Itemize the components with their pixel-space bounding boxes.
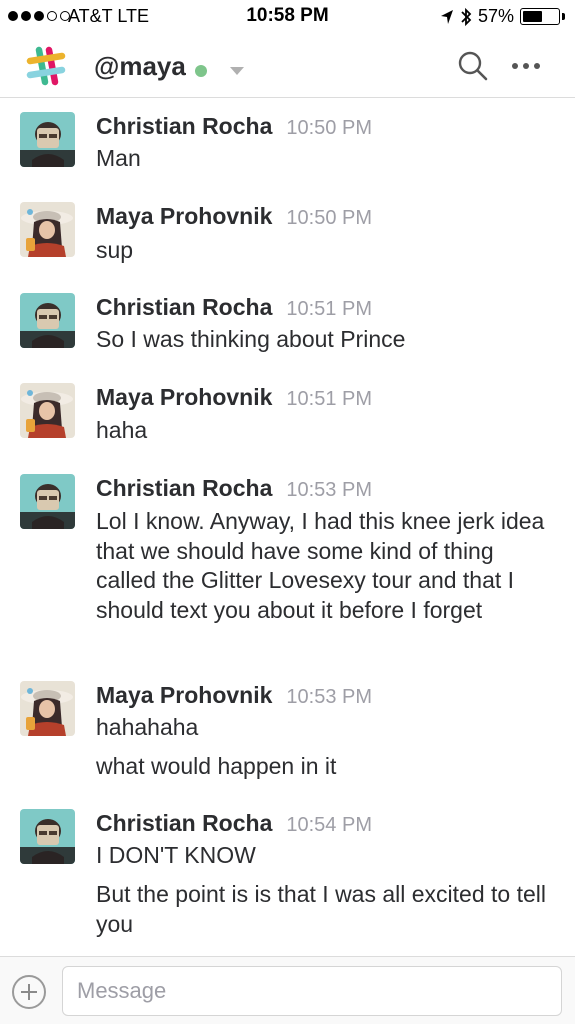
- presence-indicator: [195, 65, 207, 77]
- message-text: what would happen in it: [96, 753, 337, 779]
- avatar-maya[interactable]: [20, 681, 75, 736]
- message-timestamp: 10:53 PM: [286, 686, 372, 708]
- message-author[interactable]: Christian Rocha 10:53 PM: [96, 475, 372, 502]
- channel-header: @maya: [0, 34, 575, 98]
- search-icon[interactable]: [455, 48, 491, 84]
- message-timestamp: 10:50 PM: [286, 117, 372, 139]
- status-bar: AT&T LTE 10:58 PM 57%: [0, 0, 575, 34]
- message-author[interactable]: Christian Rocha 10:54 PM: [96, 810, 372, 837]
- more-icon[interactable]: [512, 54, 548, 78]
- message-input[interactable]: [62, 966, 562, 1016]
- message-text: Lol I know. Anyway, I had this knee jerk…: [96, 508, 545, 623]
- avatar-christian[interactable]: [20, 293, 75, 348]
- battery-percent: 57%: [477, 6, 514, 26]
- avatar-maya[interactable]: [20, 383, 75, 438]
- message-author[interactable]: Christian Rocha 10:50 PM: [96, 113, 372, 140]
- message-list[interactable]: Christian Rocha 10:50 PM Man Maya Prohovnik…: [0, 98, 575, 956]
- author-name[interactable]: Christian Rocha: [96, 113, 272, 139]
- battery-icon: [520, 8, 560, 25]
- message-timestamp: 10:50 PM: [286, 207, 372, 229]
- channel-title[interactable]: @maya: [94, 51, 186, 82]
- location-arrow-icon: [440, 9, 453, 24]
- message-author[interactable]: Maya Prohovnik 10:51 PM: [96, 384, 372, 411]
- author-name[interactable]: Maya Prohovnik: [96, 203, 272, 229]
- author-name[interactable]: Maya Prohovnik: [96, 682, 272, 708]
- slack-logo[interactable]: [24, 44, 68, 88]
- avatar-christian[interactable]: [20, 809, 75, 864]
- author-name[interactable]: Christian Rocha: [96, 475, 272, 501]
- bluetooth-icon: [461, 7, 472, 26]
- battery-level: [523, 11, 542, 22]
- author-name[interactable]: Christian Rocha: [96, 294, 272, 320]
- message-timestamp: 10:51 PM: [286, 388, 372, 410]
- message-text: I DON'T KNOW: [96, 842, 256, 868]
- message-text: Man: [96, 145, 141, 171]
- message-text: So I was thinking about Prince: [96, 326, 406, 352]
- message-text: haha: [96, 417, 148, 443]
- message-composer: [0, 956, 575, 1024]
- message-text: hahahaha: [96, 714, 199, 740]
- author-name[interactable]: Maya Prohovnik: [96, 384, 272, 410]
- message-author[interactable]: Maya Prohovnik 10:50 PM: [96, 203, 372, 230]
- message-author[interactable]: Christian Rocha 10:51 PM: [96, 294, 372, 321]
- message-text: But the point is is that I was all excit…: [96, 881, 547, 937]
- avatar-christian[interactable]: [20, 474, 75, 529]
- message-text: sup: [96, 237, 134, 263]
- message-timestamp: 10:54 PM: [286, 814, 372, 836]
- chevron-down-icon[interactable]: [230, 67, 244, 75]
- message-timestamp: 10:53 PM: [286, 479, 372, 501]
- add-attachment-button[interactable]: [12, 975, 46, 1009]
- avatar-christian[interactable]: [20, 112, 75, 167]
- message-author[interactable]: Maya Prohovnik 10:53 PM: [96, 682, 372, 709]
- author-name[interactable]: Christian Rocha: [96, 810, 272, 836]
- message-timestamp: 10:51 PM: [286, 298, 372, 320]
- avatar-maya[interactable]: [20, 202, 75, 257]
